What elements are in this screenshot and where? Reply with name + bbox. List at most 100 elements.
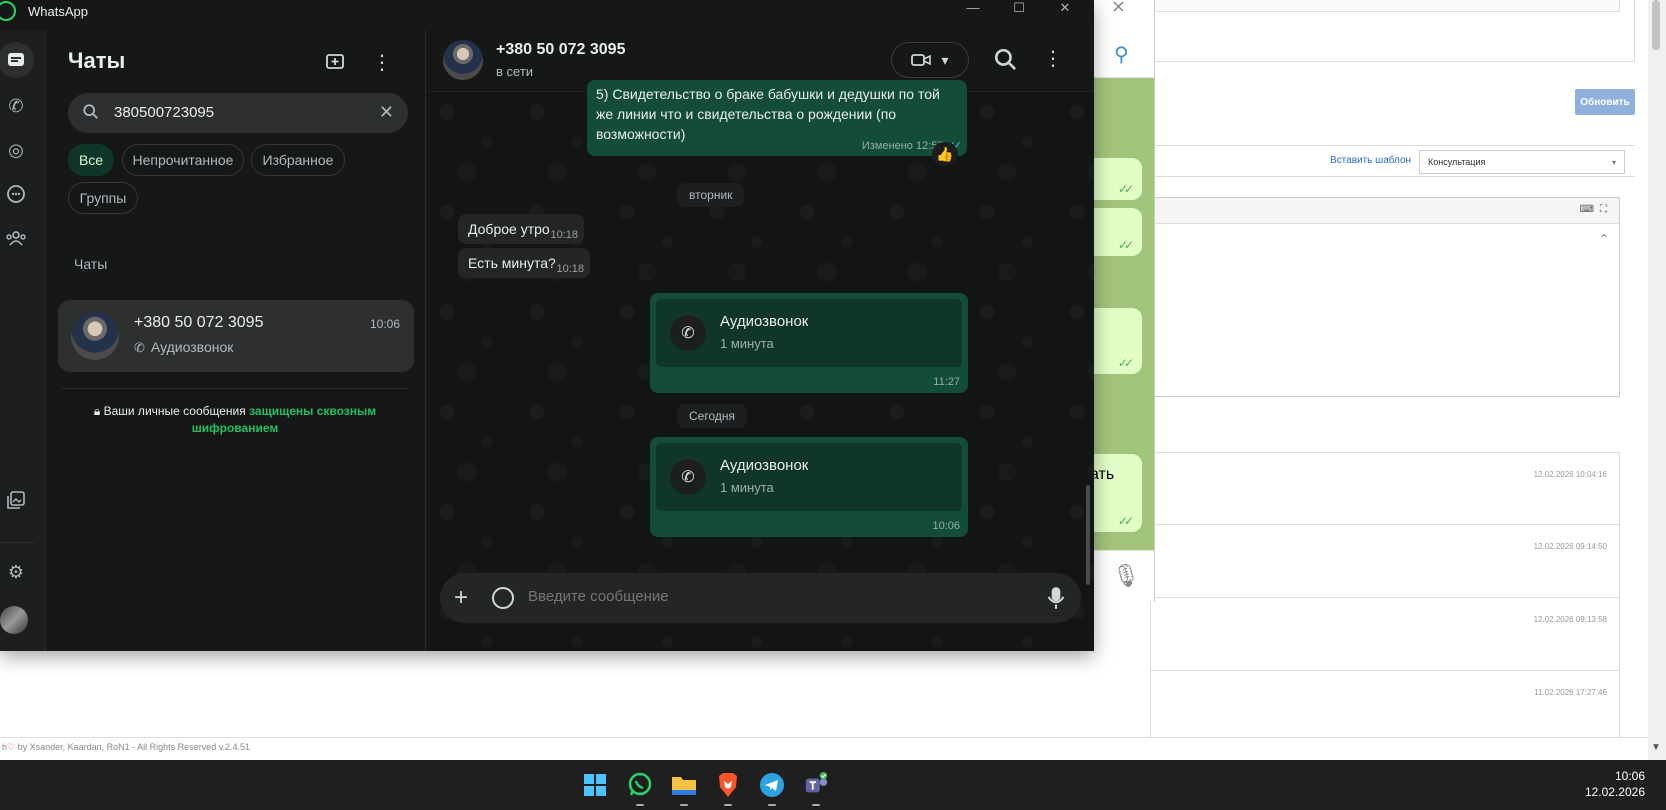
page-scrollbar[interactable]: ▼ [1648,0,1666,760]
calls-icon[interactable]: ✆ [0,90,32,122]
maximize-button[interactable]: ☐ [996,0,1042,16]
conversation-panel: +380 50 072 3095 в сети ▾ ⋮ 5) Свидетель… [427,30,1094,651]
history-row[interactable]: 12.02.2026 09:14:50 [1150,525,1620,598]
teams-icon[interactable] [803,772,829,798]
editor-tools-icon[interactable]: ⌨⛶ [1580,204,1613,215]
history-list: 12.02.2026 10:04:16 12.02.2026 09:14:50 … [1150,452,1620,744]
start-icon[interactable] [582,772,608,798]
video-camera-icon [911,54,932,66]
attach-plus-icon[interactable]: + [454,584,468,612]
brave-icon[interactable] [715,772,741,798]
history-row[interactable]: 12.02.2026 10:04:16 [1150,452,1620,525]
call-title: Аудиозвонок [720,313,809,330]
template-select[interactable]: Консультация ▾ [1419,150,1625,174]
filter-all[interactable]: Все [68,144,114,176]
side-chat-bubble: ать ✓✓ [1090,454,1142,532]
filter-favorites[interactable]: Избранное [251,144,345,176]
outgoing-message[interactable]: 5) Свидетельство о браке бабушки и дедуш… [587,80,967,156]
media-icon[interactable] [0,484,32,516]
double-check-icon: ✓✓ [1117,356,1134,370]
chats-glyph [8,53,24,66]
chats-section-label: Чаты [74,256,108,272]
status-icon[interactable]: ◎ [0,134,32,166]
message-composer: + [440,573,1081,623]
menu-icon[interactable]: ⋮ [370,50,394,74]
call-card[interactable]: ✆ Аудиозвонок 1 минута [656,443,962,511]
chat-preview: ✆ Аудиозвонок [134,339,233,356]
search-icon[interactable] [993,47,1019,73]
sticker-emoji-icon[interactable] [492,587,514,609]
settings-icon[interactable]: ⚙ [0,556,32,588]
explorer-icon[interactable] [671,772,697,798]
history-row[interactable]: 11.02.2026 17:27:46 [1150,671,1620,744]
microphone-icon[interactable]: 🎙 [1112,563,1140,589]
minimize-button[interactable]: — [950,0,996,16]
channels-glyph [7,185,25,203]
running-indicator [724,804,732,806]
profile-avatar[interactable] [0,606,28,634]
filter-icon[interactable]: ⚲ [1114,42,1129,67]
call-card[interactable]: ✆ Аудиозвонок 1 минута [656,299,962,367]
message-editor[interactable]: ⌨⛶ ⌃ [1150,197,1620,397]
close-window-button[interactable]: ✕ [1042,0,1088,16]
message-input[interactable] [528,588,988,605]
channels-icon[interactable] [0,178,32,210]
whatsapp-logo-icon [628,772,652,796]
whatsapp-icon[interactable] [627,772,653,798]
incoming-message[interactable]: Доброе утро 10:18 [458,214,584,244]
microphone-icon[interactable] [1045,585,1067,611]
template-select-value: Консультация [1428,157,1486,167]
incoming-message[interactable]: Есть минута? 10:18 [458,248,590,278]
clear-search-icon[interactable]: ✕ [379,102,394,123]
search-box[interactable]: ✕ [68,93,408,133]
double-check-icon: ✓✓ [1117,514,1134,528]
call-message[interactable]: ✆ Аудиозвонок 1 минута 10:06 [650,437,968,537]
outgoing-call-icon: ✆ [670,315,706,351]
insert-template-link[interactable]: Вставить шаблон [1330,155,1411,166]
menu-icon[interactable]: ⋮ [1043,46,1063,71]
encryption-notice: 🔒︎ Ваши личные сообщения защищены сквозн… [62,388,408,437]
communities-icon[interactable] [0,222,32,254]
running-indicator [768,804,776,806]
search-icon [83,104,98,119]
chat-list-item[interactable]: +380 50 072 3095 10:06 ✆ Аудиозвонок [58,300,414,372]
chevron-up-icon[interactable]: ⌃ [1599,232,1609,246]
scrollbar-thumb[interactable] [1086,485,1090,585]
scrollbar-thumb[interactable] [1652,0,1660,50]
new-chat-icon[interactable] [324,50,348,74]
close-icon[interactable]: × [1112,0,1125,20]
title-bar[interactable]: WhatsApp — ☐ ✕ [0,0,1094,30]
chevron-down-icon: ▾ [941,51,949,68]
telegram-plane-icon [760,773,784,797]
whatsapp-window: WhatsApp — ☐ ✕ ✆ ◎ ⚙ Чаты ⋮ 380500723095… [0,0,1094,651]
call-duration: 1 минута [720,480,774,495]
conversation-scrollbar[interactable] [1086,125,1090,605]
history-row[interactable]: 12.02.2026 09:13:58 [1150,598,1620,671]
chat-preview-text: Аудиозвонок [150,339,234,355]
filter-unread[interactable]: Непрочитанное [122,144,244,176]
chat-list-panel: Чаты ⋮ ✕ Все Непрочитанное Избранное Гру… [46,30,426,651]
double-check-icon: ✓✓ [1117,238,1134,252]
background-top-field[interactable] [1150,0,1620,12]
running-indicator [680,804,688,806]
teams-logo-icon [805,772,828,793]
chats-icon[interactable] [0,42,34,78]
rail-divider [0,542,34,543]
reaction-thumbs-up[interactable]: 👍 [932,142,958,166]
search-input[interactable] [114,104,354,121]
filter-groups[interactable]: Группы [68,182,138,214]
telegram-icon[interactable] [759,772,785,798]
scroll-down-icon[interactable]: ▼ [1651,742,1661,753]
contact-avatar[interactable] [443,40,483,80]
contact-name[interactable]: +380 50 072 3095 [496,41,625,59]
video-call-button[interactable]: ▾ [891,42,969,78]
message-time: 11:27 [933,376,960,388]
editor-toolbar: ⌨⛶ [1151,198,1619,224]
message-list: 5) Свидетельство о браке бабушки и дедуш… [427,80,1094,612]
folder-icon [672,777,696,795]
call-message[interactable]: ✆ Аудиозвонок 1 минута 11:27 [650,293,968,393]
system-clock[interactable]: 10:06 12.02.2026 [1585,768,1645,800]
update-button[interactable]: Обновить [1575,89,1635,115]
navigation-rail: ✆ ◎ ⚙ [0,30,46,651]
contact-avatar [71,312,119,360]
